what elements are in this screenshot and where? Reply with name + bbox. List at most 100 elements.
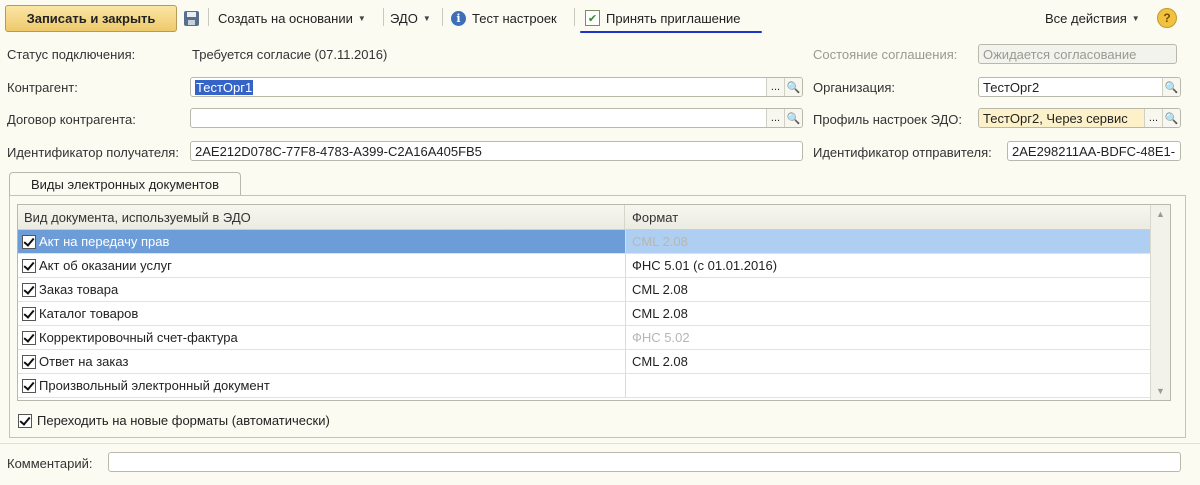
document-type-name: Ответ на заказ	[39, 354, 129, 369]
organization-input[interactable]: ТестОрг2	[979, 80, 1162, 95]
search-icon[interactable]: 🔍	[1162, 109, 1180, 127]
select-button[interactable]: ...	[1144, 109, 1162, 127]
document-type-name: Произвольный электронный документ	[39, 378, 270, 393]
receiver-id-field[interactable]: 2AE212D078C-77F8-4783-A399-C2A16A405FB5	[190, 141, 803, 161]
tab-document-types-label: Виды электронных документов	[31, 177, 219, 192]
create-based-on-label: Создать на основании	[218, 10, 353, 26]
test-settings-button[interactable]: i Тест настроек	[451, 6, 557, 30]
counterparty-field[interactable]: ТестОрг1 ... 🔍	[190, 77, 803, 97]
document-type-cell[interactable]: Акт на передачу прав	[18, 230, 626, 253]
receiver-id-input[interactable]: 2AE212D078C-77F8-4783-A399-C2A16A405FB5	[191, 144, 802, 159]
document-type-name: Акт об оказании услуг	[39, 258, 172, 273]
accept-check-icon: ✔	[585, 10, 600, 26]
comment-field[interactable]	[108, 452, 1181, 472]
comment-label: Комментарий:	[7, 456, 93, 471]
format-cell[interactable]: CML 2.08	[626, 230, 1152, 253]
status-value: Требуется согласие (07.11.2016)	[192, 47, 388, 62]
table-row[interactable]: Произвольный электронный документ	[18, 374, 1152, 398]
search-icon[interactable]: 🔍	[1162, 78, 1180, 96]
sender-id-field[interactable]: 2AE298211AA-BDFC-48E1-	[1007, 141, 1181, 161]
agreement-state-label: Состояние соглашения:	[813, 47, 958, 62]
row-checkbox[interactable]	[22, 330, 36, 345]
edo-profile-label: Профиль настроек ЭДО:	[813, 112, 963, 127]
receiver-id-label: Идентификатор получателя:	[7, 145, 179, 160]
table-row[interactable]: Ответ на заказ CML 2.08	[18, 350, 1152, 374]
table-row[interactable]: Корректировочный счет-фактура ФНС 5.02	[18, 326, 1152, 350]
toolbar-separator	[574, 8, 575, 26]
edo-label: ЭДО	[390, 10, 418, 26]
document-type-cell[interactable]: Заказ товара	[18, 278, 626, 301]
agreement-state-field: Ожидается согласование	[978, 44, 1177, 64]
counterparty-input[interactable]: ТестОрг1	[195, 79, 254, 95]
row-checkbox[interactable]	[22, 378, 36, 393]
document-type-name: Заказ товара	[39, 282, 119, 297]
create-based-on-menu[interactable]: Создать на основании ▼	[218, 6, 366, 30]
auto-formats-label: Переходить на новые форматы (автоматичес…	[37, 413, 330, 428]
scroll-up-icon[interactable]: ▲	[1151, 205, 1170, 223]
accept-invitation-button[interactable]: ✔ Принять приглашение	[585, 6, 741, 30]
column-header-document-type[interactable]: Вид документа, используемый в ЭДО	[18, 205, 625, 229]
chevron-down-icon: ▼	[357, 13, 366, 23]
toolbar-separator	[442, 8, 443, 26]
tab-document-types[interactable]: Виды электронных документов	[9, 172, 241, 196]
edo-profile-field[interactable]: ТестОрг2, Через сервис ... 🔍	[978, 108, 1181, 128]
organization-label: Организация:	[813, 80, 896, 95]
format-cell[interactable]: ФНС 5.01 (с 01.01.2016)	[626, 254, 1152, 277]
save-button[interactable]	[184, 6, 199, 30]
highlight-underline	[580, 31, 762, 33]
row-checkbox[interactable]	[22, 306, 36, 321]
table-header: Вид документа, используемый в ЭДО Формат	[18, 205, 1152, 230]
document-type-name: Корректировочный счет-фактура	[39, 330, 238, 345]
help-icon[interactable]: ?	[1157, 8, 1177, 28]
toolbar: Записать и закрыть Создать на основании …	[0, 0, 1200, 38]
document-type-cell[interactable]: Произвольный электронный документ	[18, 374, 626, 397]
column-header-format[interactable]: Формат	[626, 205, 1152, 229]
search-icon[interactable]: 🔍	[784, 109, 802, 127]
row-checkbox[interactable]	[22, 354, 36, 369]
row-checkbox[interactable]	[22, 282, 36, 297]
checkbox-checked-icon[interactable]	[18, 413, 32, 428]
all-actions-label: Все действия	[1045, 10, 1127, 26]
format-cell[interactable]: ФНС 5.02	[626, 326, 1152, 349]
document-type-name: Акт на передачу прав	[39, 234, 170, 249]
document-type-cell[interactable]: Корректировочный счет-фактура	[18, 326, 626, 349]
format-cell[interactable]: CML 2.08	[626, 302, 1152, 325]
sender-id-label: Идентификатор отправителя:	[813, 145, 992, 160]
contract-field[interactable]: ... 🔍	[190, 108, 803, 128]
document-type-cell[interactable]: Акт об оказании услуг	[18, 254, 626, 277]
table-row[interactable]: Акт об оказании услуг ФНС 5.01 (с 01.01.2…	[18, 254, 1152, 278]
agreement-state-value: Ожидается согласование	[983, 46, 1137, 62]
accept-invitation-label: Принять приглашение	[606, 10, 741, 26]
table-row[interactable]: Заказ товара CML 2.08	[18, 278, 1152, 302]
format-cell[interactable]: CML 2.08	[626, 278, 1152, 301]
toolbar-separator	[208, 8, 209, 26]
table-row[interactable]: Каталог товаров CML 2.08	[18, 302, 1152, 326]
toolbar-separator	[383, 8, 384, 26]
organization-field[interactable]: ТестОрг2 🔍	[978, 77, 1181, 97]
row-checkbox[interactable]	[22, 234, 36, 249]
select-button[interactable]: ...	[766, 109, 784, 127]
contract-label: Договор контрагента:	[7, 112, 136, 127]
format-cell[interactable]	[626, 374, 1152, 397]
all-actions-menu[interactable]: Все действия ▼	[1045, 6, 1140, 30]
scroll-down-icon[interactable]: ▼	[1151, 382, 1170, 400]
chevron-down-icon: ▼	[422, 13, 431, 23]
row-checkbox[interactable]	[22, 258, 36, 273]
format-cell[interactable]: CML 2.08	[626, 350, 1152, 373]
auto-formats-checkbox[interactable]: Переходить на новые форматы (автоматичес…	[18, 413, 330, 428]
table-row[interactable]: Акт на передачу прав CML 2.08	[18, 230, 1152, 254]
counterparty-label: Контрагент:	[7, 80, 78, 95]
document-type-cell[interactable]: Каталог товаров	[18, 302, 626, 325]
table-scrollbar[interactable]: ▲ ▼	[1150, 205, 1170, 400]
save-icon	[184, 10, 199, 26]
sender-id-input[interactable]: 2AE298211AA-BDFC-48E1-	[1008, 144, 1180, 159]
chevron-down-icon: ▼	[1131, 13, 1140, 23]
divider	[0, 443, 1200, 444]
save-and-close-button[interactable]: Записать и закрыть	[5, 5, 177, 32]
info-icon: i	[451, 10, 466, 26]
select-button[interactable]: ...	[766, 78, 784, 96]
edo-menu[interactable]: ЭДО ▼	[390, 6, 431, 30]
edo-profile-input[interactable]: ТестОрг2, Через сервис	[979, 111, 1144, 126]
search-icon[interactable]: 🔍	[784, 78, 802, 96]
document-type-cell[interactable]: Ответ на заказ	[18, 350, 626, 373]
